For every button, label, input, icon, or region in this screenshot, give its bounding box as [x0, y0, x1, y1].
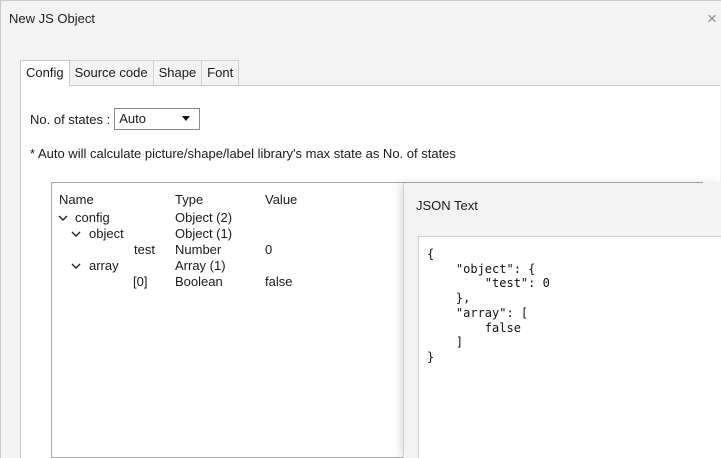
- tab-config[interactable]: Config: [20, 60, 70, 86]
- states-note: * Auto will calculate picture/shape/labe…: [30, 146, 456, 161]
- tree-row-name[interactable]: object: [89, 226, 124, 242]
- tree-row-value: 0: [265, 242, 273, 257]
- states-select-value: Auto: [119, 111, 146, 126]
- states-select[interactable]: Auto: [114, 108, 201, 130]
- tree-row-type: Object (2): [175, 210, 233, 225]
- states-label: No. of states :: [30, 111, 111, 127]
- states-row: No. of states : Auto: [30, 108, 201, 130]
- tree-row-value: false: [265, 274, 293, 289]
- tree-row-type: Array (1): [175, 258, 226, 273]
- tree-row-type: Number: [175, 242, 222, 257]
- close-icon[interactable]: ×: [707, 9, 721, 29]
- tree-row-name[interactable]: test: [134, 242, 155, 258]
- chevron-down-icon[interactable]: [71, 261, 81, 271]
- chevron-down-icon[interactable]: [71, 229, 81, 239]
- tree-row-name[interactable]: [0]: [133, 274, 147, 290]
- json-panel-title: JSON Text: [416, 198, 478, 213]
- tab-source-code[interactable]: Source code: [68, 60, 154, 85]
- column-header-value[interactable]: Value: [265, 192, 297, 207]
- tab-font[interactable]: Font: [201, 60, 240, 85]
- json-text-box[interactable]: { "object": { "test": 0 }, "array": [ fa…: [418, 236, 721, 458]
- json-text-panel: JSON Text { "object": { "test": 0 }, "ar…: [403, 183, 721, 458]
- column-header-type[interactable]: Type: [175, 192, 203, 207]
- dropdown-arrow-icon: [182, 116, 191, 121]
- tree-row-name[interactable]: config: [75, 210, 110, 226]
- tab-bar: Config Source code Shape Font: [20, 60, 240, 86]
- chevron-down-icon[interactable]: [58, 213, 68, 223]
- title-bar: New JS Object ×: [1, 1, 721, 41]
- tree-row-type: Boolean: [175, 274, 223, 289]
- column-header-name[interactable]: Name: [59, 192, 94, 207]
- window-title: New JS Object: [9, 11, 95, 26]
- tree-row-name[interactable]: array: [89, 258, 119, 274]
- tree-row-type: Object (1): [175, 226, 233, 241]
- tab-shape[interactable]: Shape: [152, 60, 203, 85]
- json-text-content[interactable]: { "object": { "test": 0 }, "array": [ fa…: [427, 247, 550, 365]
